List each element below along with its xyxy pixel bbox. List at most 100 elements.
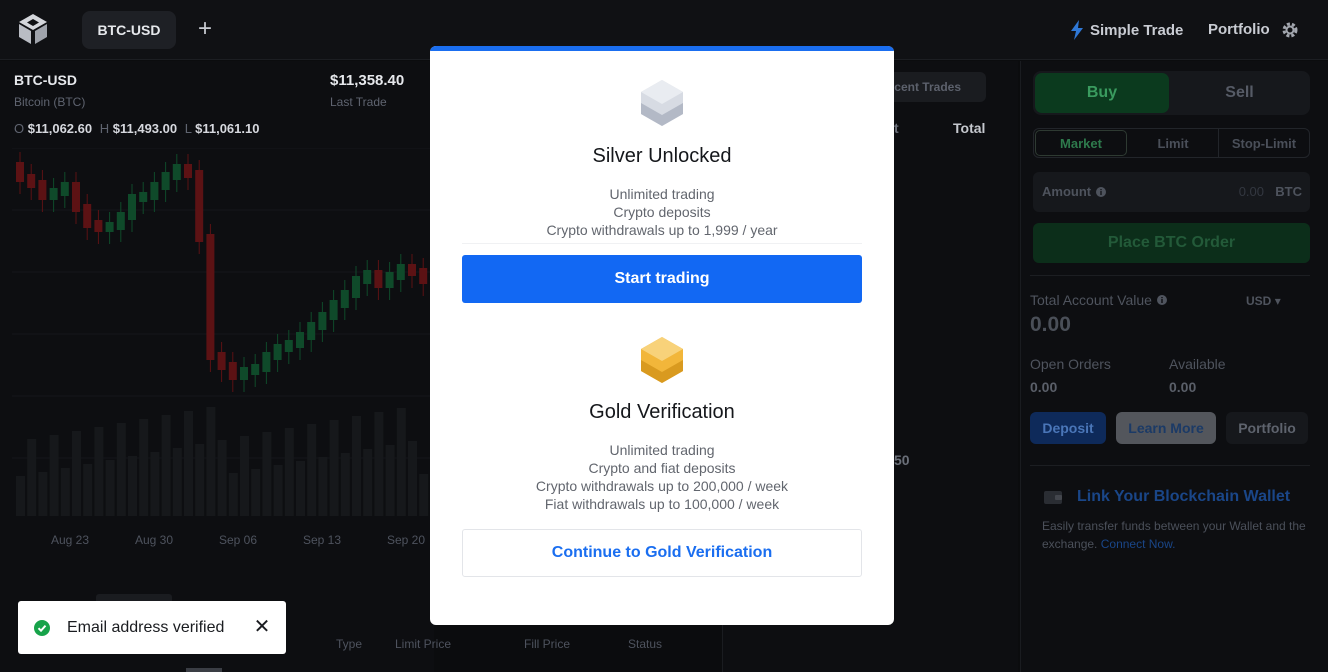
chart-mark [352, 416, 361, 516]
chart-mark [352, 276, 360, 298]
gear-icon[interactable] [1281, 21, 1299, 39]
chart-mark [72, 182, 80, 212]
tab-stop-limit[interactable]: Stop-Limit [1219, 129, 1309, 157]
chart-mark [116, 423, 126, 516]
start-trading-button[interactable]: Start trading [462, 255, 862, 303]
chart-mark [217, 352, 226, 370]
buy-button[interactable]: Buy [1035, 73, 1169, 113]
simple-trade-link[interactable]: Simple Trade [1070, 18, 1183, 42]
link-wallet-link[interactable]: Link Your Blockchain Wallet [1043, 488, 1290, 506]
total-account-value: 0.00 [1030, 313, 1071, 336]
portfolio-link[interactable]: Portfolio [1208, 21, 1270, 38]
amount-label-group: Amount [1042, 184, 1107, 199]
simple-trade-label: Simple Trade [1090, 21, 1184, 39]
chart-mark [83, 204, 92, 228]
add-tab-plus-icon[interactable]: + [194, 16, 216, 42]
chart-mark [419, 268, 428, 284]
chart-mark [139, 192, 148, 202]
candlestick-chart[interactable] [12, 148, 432, 520]
chart-mark [251, 364, 260, 375]
chart-mark [262, 432, 272, 516]
chart-mark [184, 411, 193, 516]
chart-mark [318, 457, 328, 516]
gold-feature: Unlimited trading [609, 442, 715, 458]
silver-title: Silver Unlocked [592, 145, 732, 167]
chart-mark [72, 431, 81, 516]
close-icon[interactable]: ✕ [253, 615, 271, 639]
wallet-title: Link Your Blockchain Wallet [1077, 488, 1291, 505]
amount-input[interactable]: Amount 0.00 BTC [1033, 172, 1310, 212]
chart-mark [128, 456, 137, 516]
sell-button[interactable]: Sell [1171, 73, 1308, 113]
deposit-button[interactable]: Deposit [1030, 412, 1106, 444]
modal-accent-bar [430, 46, 894, 51]
tab-market[interactable]: Market [1035, 130, 1127, 156]
available-label: Available [1169, 356, 1226, 372]
blockchain-logo-icon[interactable] [16, 12, 50, 46]
divider [1030, 465, 1310, 466]
amount-value: 0.00 [1238, 184, 1264, 199]
chart-mark [195, 170, 204, 242]
verification-modal: Silver Unlocked Unlimited trading Crypto… [430, 46, 894, 625]
chart-mark [94, 427, 104, 516]
chart-mark [385, 445, 395, 516]
chart-mark [329, 420, 339, 516]
scrollbar[interactable] [186, 668, 222, 672]
info-icon [1156, 295, 1167, 305]
learn-more-button[interactable]: Learn More [1116, 412, 1216, 444]
low-label: L [184, 121, 192, 136]
buy-sell-toggle: Buy Sell [1033, 71, 1310, 115]
silver-feature: Unlimited trading [609, 186, 715, 202]
currency-select[interactable]: USD ▾ [1246, 294, 1281, 308]
chart-mark [161, 172, 170, 190]
chart-mark [374, 412, 384, 516]
toast-message: Email address verified [67, 619, 225, 636]
silver-feature: Crypto withdrawals up to 1,999 / year [546, 222, 778, 238]
chart-mark [139, 419, 149, 516]
chart-mark [296, 332, 304, 348]
chart-mark [228, 473, 238, 516]
chart-mark [396, 408, 406, 516]
place-order-button[interactable]: Place BTC Order [1033, 223, 1310, 263]
chart-mark [273, 344, 282, 360]
chart-mark [217, 440, 227, 516]
chart-mark [240, 436, 249, 516]
chart-mark [128, 194, 136, 220]
chart-mark [206, 234, 215, 360]
available-value: 0.00 [1169, 379, 1197, 395]
connect-now-link[interactable]: Connect Now. [1101, 537, 1176, 551]
ohl-summary: O $11,062.60 H $11,493.00 L $11,061.10 [14, 121, 263, 136]
high-label: H [99, 121, 110, 136]
chart-mark [60, 468, 70, 516]
chart-mark [16, 476, 25, 516]
wallet-icon [1044, 491, 1062, 504]
date-label: Aug 23 [51, 533, 90, 547]
tab-recent-trades[interactable]: cent Trades [880, 72, 986, 102]
high-value: $11,493.00 [112, 121, 178, 136]
market-name: Bitcoin (BTC) [14, 95, 86, 109]
tab-btc-usd[interactable]: BTC-USD [82, 11, 176, 49]
chart-mark [262, 352, 271, 372]
chart-mark [60, 182, 69, 196]
low-value: $11,061.10 [195, 121, 260, 136]
chart-mark [396, 264, 405, 280]
portfolio-button[interactable]: Portfolio [1226, 412, 1308, 444]
chart-mark [340, 453, 350, 516]
tab-limit[interactable]: Limit [1128, 129, 1219, 157]
date-label: Sep 13 [303, 533, 342, 547]
last-trade-label: Last Trade [330, 95, 387, 109]
silver-feature: Crypto deposits [613, 204, 711, 220]
chart-mark [284, 340, 293, 352]
chart-mark [374, 270, 383, 288]
gold-tier-icon [641, 337, 683, 383]
continue-gold-verification-button[interactable]: Continue to Gold Verification [462, 529, 862, 577]
chart-mark [307, 424, 317, 516]
gold-feature: Crypto withdrawals up to 200,000 / week [535, 478, 789, 494]
open-value: $11,062.60 [27, 121, 93, 136]
chart-mark [49, 435, 59, 516]
chart-mark [27, 174, 36, 188]
chart-mark [16, 162, 24, 182]
chart-mark [172, 448, 182, 516]
chart-mark [184, 164, 192, 178]
open-orders-value: 0.00 [1030, 379, 1058, 395]
